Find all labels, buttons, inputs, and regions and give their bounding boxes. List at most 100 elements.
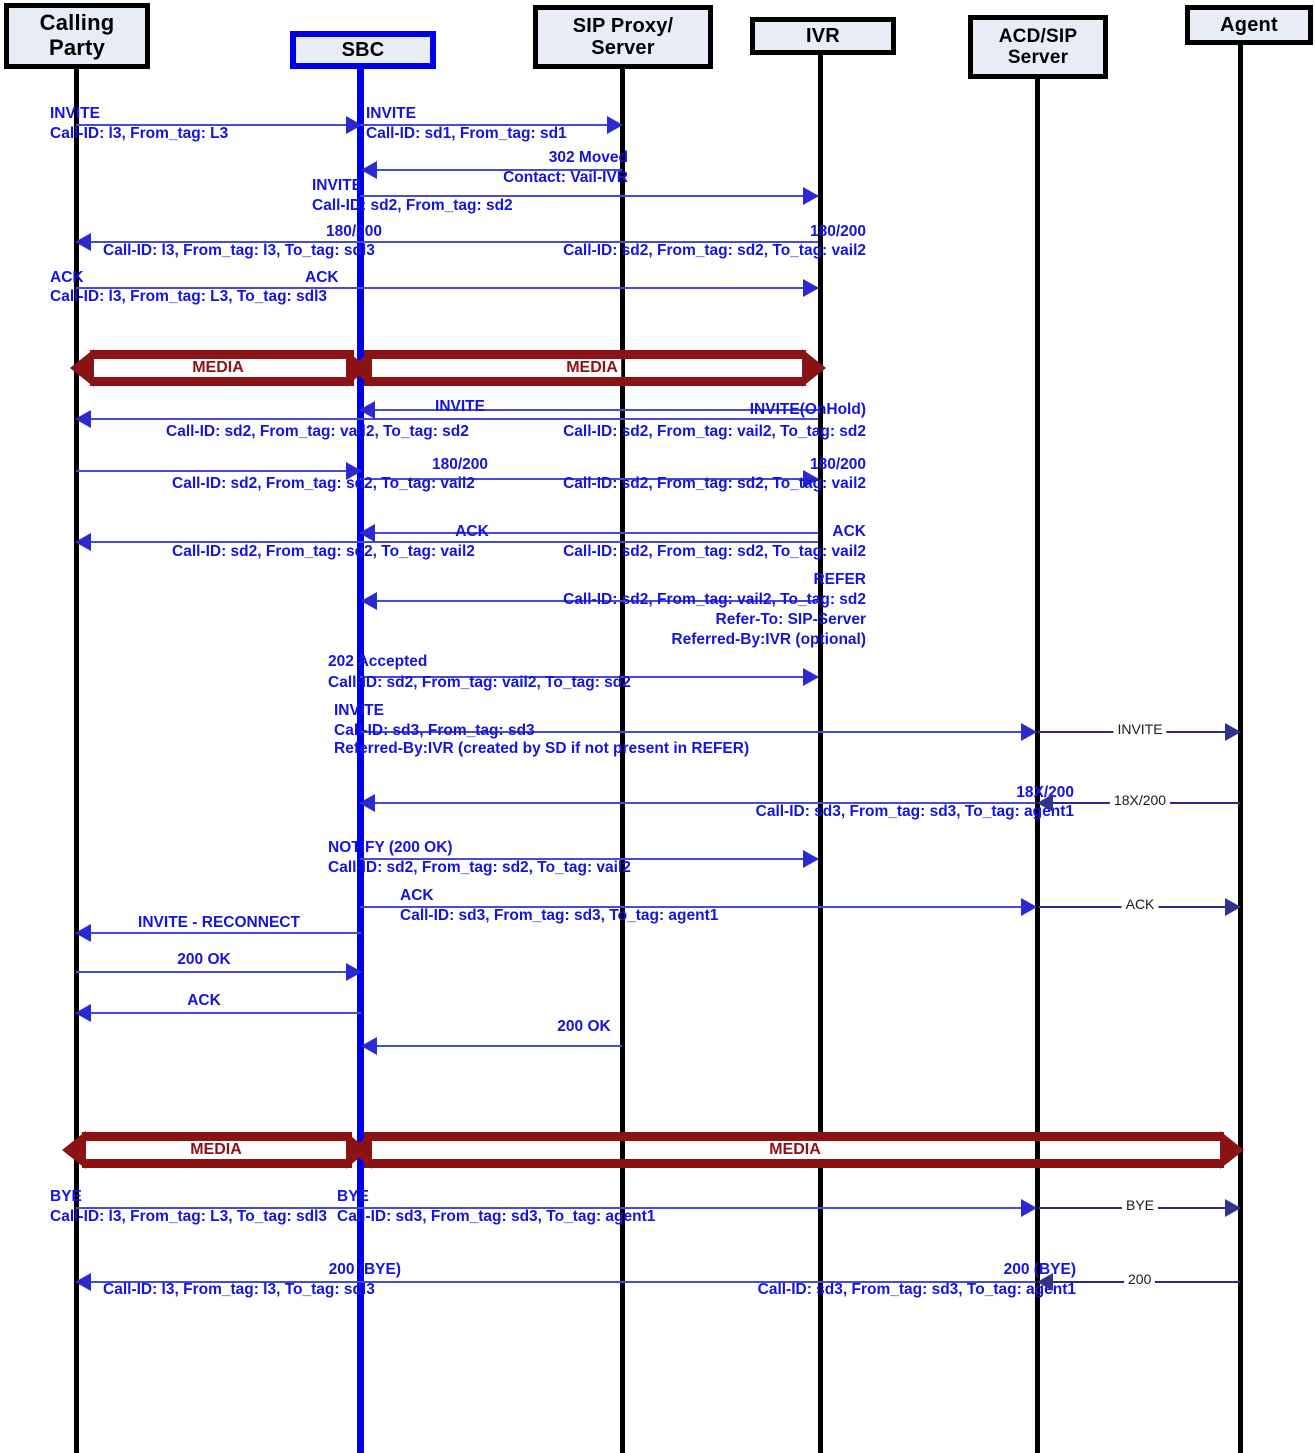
arrowhead-left-icon <box>359 524 375 542</box>
lifeline-sbc <box>357 69 364 1453</box>
arrowhead-right-icon <box>607 116 623 134</box>
actor-label-sip-proxy-line2: Server <box>591 37 655 59</box>
label-m32-primary: BYE <box>50 1188 82 1205</box>
label-m04-detail: Call-ID: sd2, From_tag: sd2 <box>312 197 513 214</box>
label-m22-primary: 18X/200 <box>1109 792 1171 809</box>
label-m33-primary: BYE <box>337 1188 369 1205</box>
label-m16-primary: ACK <box>455 523 489 540</box>
arrow-invite-reconnect-sbc-to-calling <box>75 924 361 942</box>
label-m19-detail: Call-ID: sd3, From_tag: sd3 <box>334 722 535 739</box>
arrowhead-right-icon <box>803 279 819 297</box>
label-m03-primary: 302 Moved <box>548 149 628 166</box>
actor-label-ivr: IVR <box>806 24 840 47</box>
actor-box-ivr: IVR <box>750 17 896 55</box>
label-m24-primary: ACK <box>400 887 434 904</box>
label-m32-detail: Call-ID: l3, From_tag: L3, To_tag: sdl3 <box>50 1208 328 1225</box>
arrowhead-right-icon <box>803 850 819 868</box>
label-m01-detail: Call-ID: l3, From_tag: L3 <box>50 125 229 142</box>
label-m02-primary: INVITE <box>366 105 416 122</box>
arrowhead-left-icon <box>75 233 91 251</box>
arrowhead-left-icon <box>359 401 375 419</box>
label-m33-detail: Call-ID: sd3, From_tag: sd3, To_tag: age… <box>337 1208 656 1225</box>
label-m23-detail: Call-ID: sd2, From_tag: sd2, To_tag: vai… <box>328 859 631 876</box>
label-m26-primary: INVITE - RECONNECT <box>138 914 300 931</box>
label-m15-detail: Call-ID: sd2, From_tag: sd2, To_tag: vai… <box>563 543 866 560</box>
arrow-ack-sbc-to-calling-2 <box>75 1004 361 1022</box>
label-m16-detail: Call-ID: sd2, From_tag: sd2, To_tag: vai… <box>172 543 475 560</box>
actor-label-sbc: SBC <box>341 38 385 61</box>
arrowhead-left-icon <box>75 533 91 551</box>
label-m19-extra1: Referred-By:IVR (created by SD if not pr… <box>334 740 750 757</box>
label-m30-media: MEDIA <box>187 1141 245 1159</box>
label-m14-detail: Call-ID: sd2, From_tag: sd2, To_tag: vai… <box>563 475 866 492</box>
arrow-200ok-proxy-to-sbc <box>361 1037 622 1055</box>
arrowhead-left-icon <box>361 592 377 610</box>
label-m12-detail: Call-ID: sd2, From_tag: vail2, To_tag: s… <box>166 423 469 440</box>
label-m08-primary: ACK <box>305 269 339 286</box>
arrowhead-right-icon <box>1021 723 1037 741</box>
label-m03-detail: Contact: Vail-IVR <box>503 169 628 186</box>
label-m25-primary: ACK <box>1121 896 1159 913</box>
label-m04-primary: INVITE <box>312 177 362 194</box>
arrowhead-left-icon <box>75 410 91 428</box>
sip-call-flow-diagram: Calling Party SBC SIP Proxy/ Server IVR … <box>0 0 1315 1453</box>
label-m28-primary: ACK <box>187 992 221 1009</box>
arrow-invite-onhold-ivr-to-calling <box>75 410 818 428</box>
actor-label-sip-proxy-line1: SIP Proxy/ <box>572 14 674 37</box>
actor-label-calling-party-line1: Calling <box>39 10 115 36</box>
arrowhead-right-icon <box>803 187 819 205</box>
label-m21-detail: Call-ID: sd3, From_tag: sd3, To_tag: age… <box>755 803 1074 820</box>
arrowhead-right-icon <box>803 668 819 686</box>
label-m17-detail: Call-ID: sd2, From_tag: vail2, To_tag: s… <box>563 591 866 608</box>
actor-box-calling-party: Calling Party <box>4 3 150 69</box>
actor-label-acd-line2: Server <box>1007 47 1069 68</box>
label-m35-primary: 200 (BYE) <box>328 1261 401 1278</box>
label-m17-primary: REFER <box>813 571 866 588</box>
arrowhead-right-icon <box>1021 1199 1037 1217</box>
label-m02-detail: Call-ID: sd1, From_tag: sd1 <box>366 125 567 142</box>
arrowhead-left-icon <box>1037 794 1053 812</box>
actor-box-sip-proxy: SIP Proxy/ Server <box>533 5 713 69</box>
arrowhead-left-icon <box>75 1273 91 1291</box>
label-m06-primary: 180/200 <box>325 223 382 240</box>
label-m31-media: MEDIA <box>766 1141 824 1159</box>
label-m07-primary: ACK <box>50 269 84 286</box>
lifeline-agent <box>1238 45 1243 1453</box>
label-m20-primary: INVITE <box>1113 721 1167 738</box>
label-m17-extra2: Referred-By:IVR (optional) <box>671 631 866 648</box>
label-m06-detail: Call-ID: l3, From_tag: l3, To_tag: sdl3 <box>103 242 375 259</box>
lifeline-ivr <box>818 55 823 1453</box>
label-m11-detail: Call-ID: sd2, From_tag: vail2, To_tag: s… <box>563 423 866 440</box>
label-m07-detail: Call-ID: l3, From_tag: L3, To_tag: sdl3 <box>50 288 328 305</box>
label-m15-primary: ACK <box>832 523 866 540</box>
arrowhead-left-icon <box>359 794 375 812</box>
actor-box-sbc: SBC <box>290 31 436 69</box>
arrowhead-right-icon <box>1225 723 1241 741</box>
lifeline-sip-proxy <box>620 69 625 1453</box>
arrow-200ok-calling-to-sbc <box>76 963 362 981</box>
label-m17-extra1: Refer-To: SIP-Server <box>715 611 866 628</box>
label-m14-primary: 180/200 <box>809 456 866 473</box>
actor-box-agent: Agent <box>1185 5 1313 45</box>
arrow-180200-calling-to-sbc <box>76 462 362 480</box>
label-m13-detail: Call-ID: sd2, From_tag: sd2, To_tag: vai… <box>172 475 475 492</box>
label-m01-primary: INVITE <box>50 105 100 122</box>
actor-label-calling-party-line2: Party <box>48 35 106 60</box>
lifeline-acd-sip <box>1035 79 1040 1453</box>
label-m27-primary: 200 OK <box>177 951 231 968</box>
arrowhead-right-icon <box>346 963 362 981</box>
actor-box-acd-sip: ACD/SIP Server <box>968 15 1108 79</box>
label-m34-primary: BYE <box>1121 1197 1159 1214</box>
arrowhead-left-icon <box>1037 1273 1053 1291</box>
label-m18-detail: Call-ID: sd2, From_tag: vail2, To_tag: s… <box>328 674 631 691</box>
actor-label-acd-line1: ACD/SIP <box>998 25 1078 47</box>
label-m05-detail: Call-ID: sd2, From_tag: sd2, To_tag: vai… <box>563 242 866 259</box>
label-m11-primary: INVITE(OnHold) <box>749 401 866 418</box>
actor-label-agent: Agent <box>1220 13 1278 36</box>
label-m36-detail: Call-ID: sd3, From_tag: sd3, To_tag: age… <box>757 1281 1076 1298</box>
label-m13-primary: 180/200 <box>431 456 489 473</box>
label-m12-primary: INVITE <box>435 398 485 415</box>
arrowhead-left-icon <box>75 1004 91 1022</box>
arrowhead-right-icon <box>1225 1199 1241 1217</box>
label-m05-primary: 180/200 <box>809 223 866 240</box>
